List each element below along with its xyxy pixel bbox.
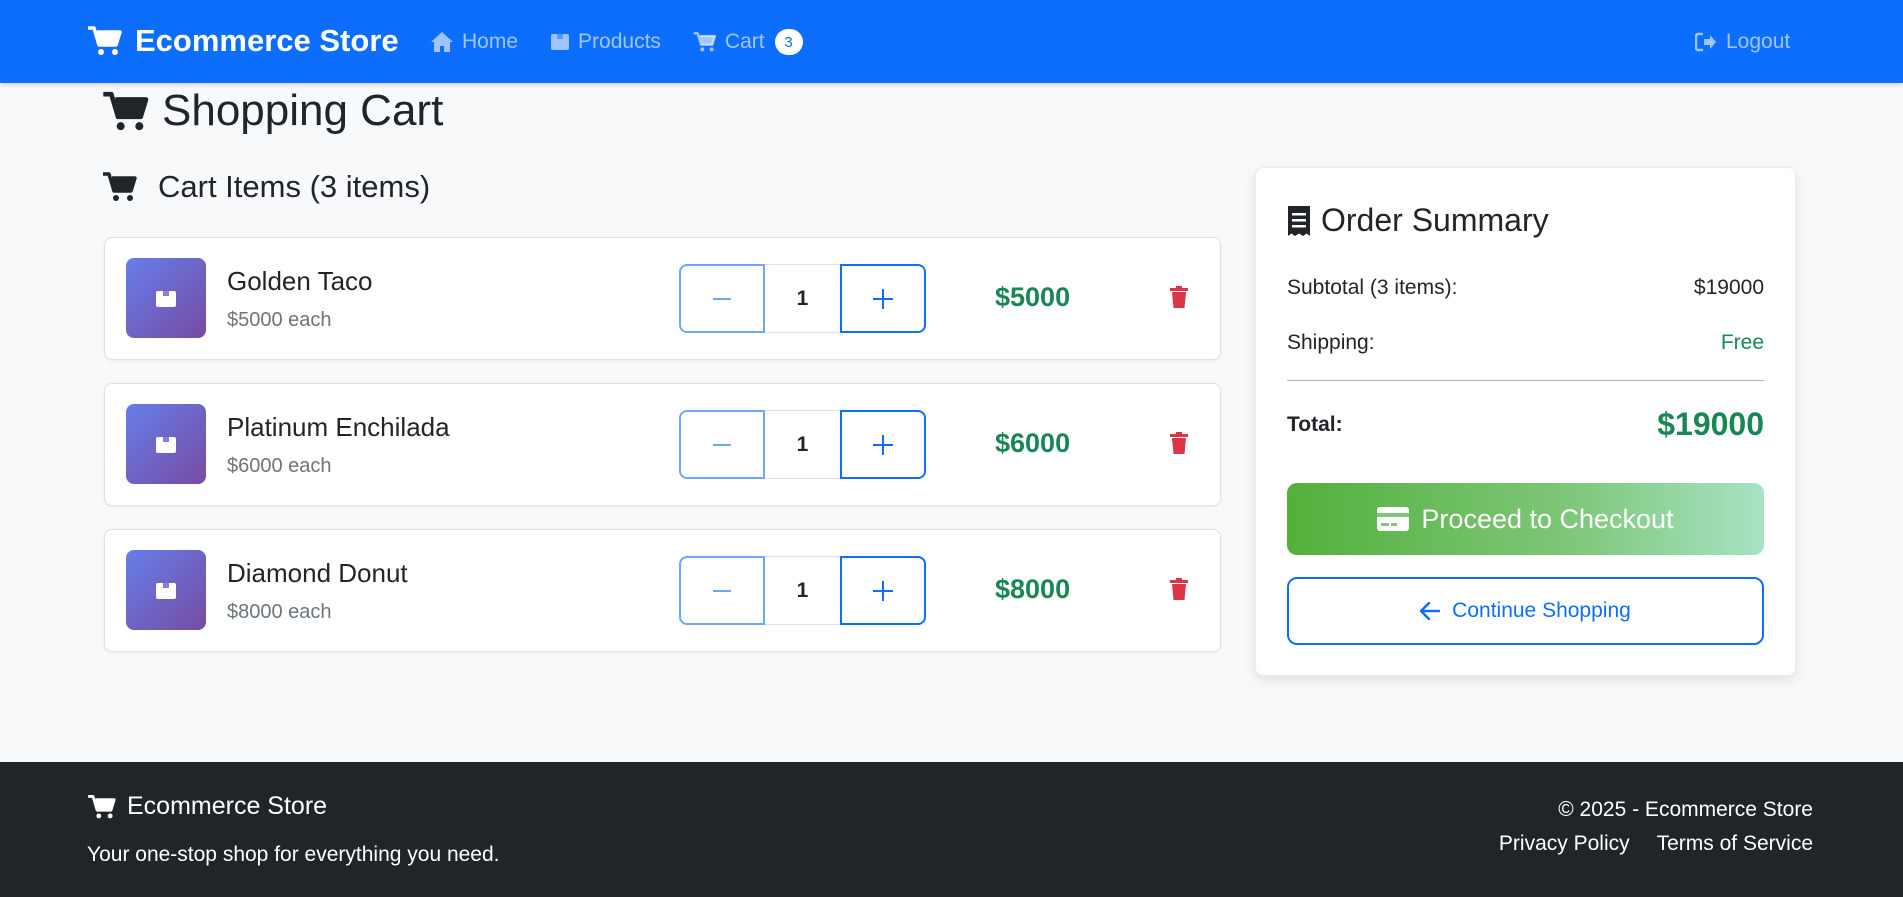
remove-item-button[interactable] [1169,286,1189,308]
box-icon [550,32,570,52]
nav-home[interactable]: Home [430,30,518,54]
shipping-value: Free [1720,331,1764,354]
quantity-input[interactable] [765,556,840,625]
summary-divider [1287,380,1764,381]
increase-quantity-button[interactable] [840,556,926,625]
terms-of-service-link[interactable]: Terms of Service [1657,832,1813,856]
nav-products[interactable]: Products [550,30,661,54]
cart-item: Platinum Enchilada $6000 each $6000 [104,383,1221,506]
plus-icon [873,580,893,601]
cart-icon [693,31,717,53]
nav-products-label: Products [578,30,661,53]
item-total: $5000 [995,282,1071,312]
minus-icon [713,443,731,447]
nav-cart[interactable]: Cart 3 [693,29,803,55]
receipt-icon [1287,205,1311,237]
footer: Ecommerce Store Your one-stop shop for e… [0,762,1903,897]
trash-icon [1169,578,1189,600]
nav-cart-label: Cart [724,30,765,53]
quantity-stepper [679,556,926,625]
cart-item: Diamond Donut $8000 each $8000 [104,529,1221,652]
minus-icon [713,297,731,301]
quantity-stepper [679,410,926,479]
remove-item-button[interactable] [1169,578,1189,600]
page-title: Shopping Cart [102,86,443,136]
shipping-label: Shipping: [1287,331,1375,354]
plus-icon [873,434,893,455]
order-summary-title: Order Summary [1287,202,1549,239]
cart-icon [87,25,123,57]
footer-tagline: Your one-stop shop for everything you ne… [87,843,500,866]
box-icon [155,288,177,308]
footer-links: Privacy Policy Terms of Service [1499,832,1813,856]
minus-icon [713,589,731,593]
navbar: Ecommerce Store Home Products Cart 3 Log… [0,0,1903,83]
continue-shopping-button[interactable]: Continue Shopping [1287,577,1764,645]
order-summary-card: Order Summary Subtotal (3 items): $19000… [1255,167,1796,676]
cart-count-badge: 3 [774,29,803,55]
footer-brand-name: Ecommerce Store [127,792,328,820]
trash-icon [1169,286,1189,308]
item-name[interactable]: Golden Taco [227,266,373,297]
logout-label: Logout [1726,30,1791,53]
shipping-row: Shipping: Free [1287,331,1764,355]
cart-icon [102,90,150,133]
privacy-policy-link[interactable]: Privacy Policy [1499,832,1630,856]
copyright: © 2025 - Ecommerce Store [1558,798,1813,821]
remove-item-button[interactable] [1169,432,1189,454]
box-icon [155,580,177,600]
subtotal-row: Subtotal (3 items): $19000 [1287,276,1764,300]
plus-icon [873,288,893,309]
product-thumbnail [126,404,206,484]
increase-quantity-button[interactable] [840,410,926,479]
item-unit-price: $5000 each [227,309,332,331]
item-unit-price: $8000 each [227,601,332,623]
subtotal-label: Subtotal (3 items): [1287,276,1458,299]
total-row: Total: $19000 [1287,406,1764,443]
item-name[interactable]: Platinum Enchilada [227,412,450,443]
order-summary-title-text: Order Summary [1321,202,1549,238]
cart-items-heading-text: Cart Items (3 items) [158,169,431,204]
credit-card-icon [1377,507,1410,531]
item-total: $6000 [995,428,1071,458]
quantity-input[interactable] [765,410,840,479]
arrow-left-icon [1420,602,1441,620]
item-unit-price: $6000 each [227,455,332,477]
nav-home-label: Home [462,30,519,53]
page-title-text: Shopping Cart [162,86,444,135]
brand-link[interactable]: Ecommerce Store [87,22,399,60]
nav-links: Home Products Cart 3 [430,25,835,59]
logout-link[interactable]: Logout [1695,25,1790,59]
proceed-to-checkout-label: Proceed to Checkout [1421,503,1674,534]
brand-name: Ecommerce Store [135,23,399,58]
box-icon [155,434,177,454]
home-icon [430,31,454,53]
cart-icon [87,794,117,820]
subtotal-value: $19000 [1693,276,1764,299]
decrease-quantity-button[interactable] [679,264,765,333]
item-total: $8000 [995,574,1071,604]
cart-icon [102,171,138,203]
product-thumbnail [126,258,206,338]
decrease-quantity-button[interactable] [679,410,765,479]
total-label: Total: [1287,412,1343,436]
item-name[interactable]: Diamond Donut [227,558,408,589]
logout-icon [1695,32,1717,52]
decrease-quantity-button[interactable] [679,556,765,625]
product-thumbnail [126,550,206,630]
cart-items-heading: Cart Items (3 items) [102,166,430,208]
continue-shopping-label: Continue Shopping [1452,599,1631,622]
total-value: $19000 [1657,406,1764,442]
increase-quantity-button[interactable] [840,264,926,333]
footer-brand: Ecommerce Store [87,792,327,821]
cart-item: Golden Taco $5000 each $5000 [104,237,1221,360]
proceed-to-checkout-button[interactable]: Proceed to Checkout [1287,483,1764,555]
quantity-stepper [679,264,926,333]
trash-icon [1169,432,1189,454]
quantity-input[interactable] [765,264,840,333]
